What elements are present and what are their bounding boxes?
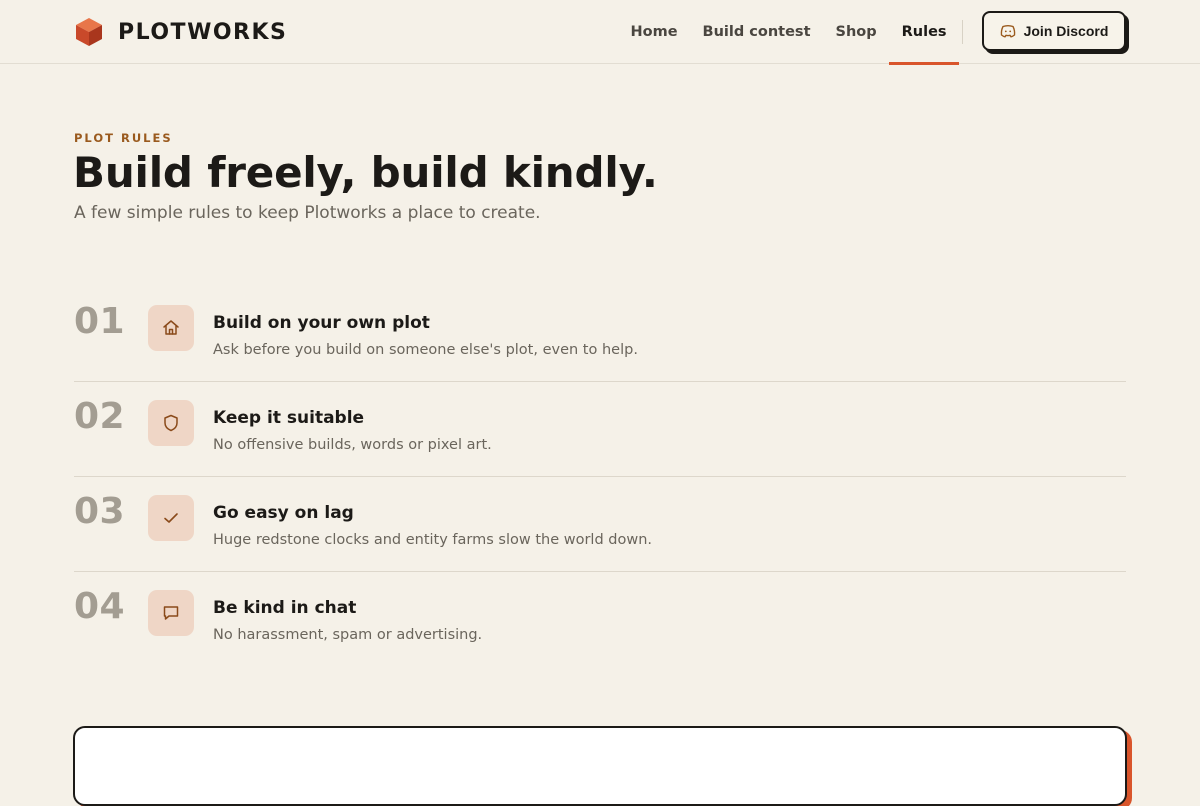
check-icon <box>164 513 178 523</box>
site-header: PLOTWORKS Home Build contest Shop Rules … <box>0 0 1200 65</box>
rule-description: No harassment, spam or advertising. <box>213 627 483 643</box>
rule-icon-tile <box>148 400 194 446</box>
rule-description: Ask before you build on someone else's p… <box>213 342 638 358</box>
rule-number: 02 <box>74 396 126 437</box>
rule-title: Be kind in chat <box>213 598 357 618</box>
nav-shop[interactable]: Shop <box>823 0 889 64</box>
nav-rules[interactable]: Rules <box>889 0 959 65</box>
rule-item: 04 Be kind in chat No harassment, spam o… <box>74 572 1126 667</box>
rule-number: 01 <box>74 301 126 342</box>
join-discord-label: Join Discord <box>1023 23 1109 39</box>
join-discord-button[interactable]: Join Discord <box>982 11 1126 51</box>
rule-icon-tile <box>148 305 194 351</box>
rule-title: Go easy on lag <box>213 503 354 523</box>
chat-bubble-icon <box>163 606 179 620</box>
nav-build-contest[interactable]: Build contest <box>690 0 823 64</box>
home-icon <box>163 320 179 335</box>
rule-number: 03 <box>74 491 126 532</box>
page-subtitle: A few simple rules to keep Plotworks a p… <box>74 203 541 223</box>
page-title: Build freely, build kindly. <box>73 148 658 197</box>
shield-icon <box>164 414 178 432</box>
main-nav: Home Build contest Shop Rules <box>618 0 959 65</box>
brand-logo-link[interactable]: PLOTWORKS <box>74 16 287 48</box>
bottom-card <box>73 726 1127 806</box>
brand-name: PLOTWORKS <box>118 19 288 45</box>
rule-title: Keep it suitable <box>213 408 365 428</box>
section-eyebrow: PLOT RULES <box>74 131 173 145</box>
rule-description: No offensive builds, words or pixel art. <box>213 437 492 453</box>
rule-number: 04 <box>74 586 126 627</box>
rules-list: 01 Build on your own plot Ask before you… <box>74 287 1126 667</box>
rule-icon-tile <box>148 495 194 541</box>
rule-item: 01 Build on your own plot Ask before you… <box>74 287 1126 382</box>
cube-icon <box>76 18 102 46</box>
discord-icon <box>1000 24 1015 38</box>
nav-divider <box>962 20 963 44</box>
rule-title: Build on your own plot <box>213 313 430 333</box>
rule-item: 03 Go easy on lag Huge redstone clocks a… <box>74 477 1126 572</box>
nav-home[interactable]: Home <box>618 0 690 64</box>
rule-item: 02 Keep it suitable No offensive builds,… <box>74 382 1126 477</box>
rule-description: Huge redstone clocks and entity farms sl… <box>213 532 653 548</box>
rule-icon-tile <box>148 590 194 636</box>
